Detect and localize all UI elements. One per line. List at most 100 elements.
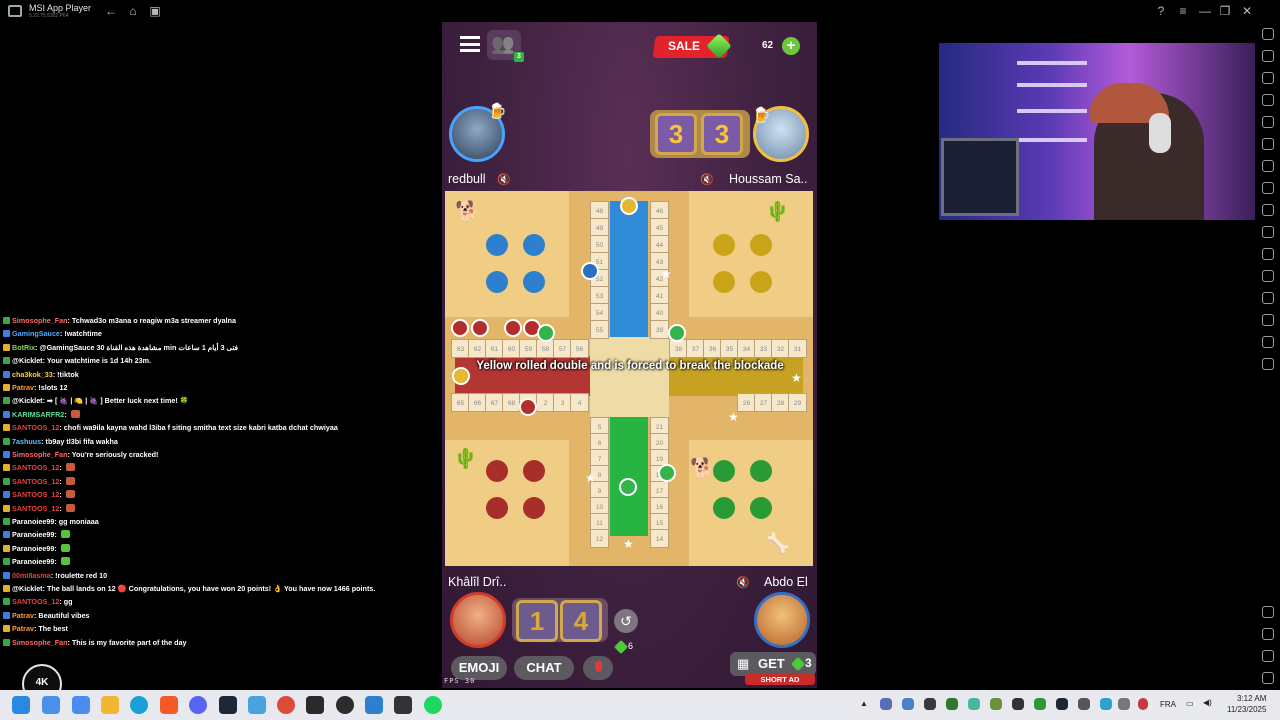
yellow-token[interactable] — [620, 197, 638, 215]
chat-username[interactable]: @Kicklet — [12, 356, 43, 365]
blue-token[interactable] — [581, 262, 599, 280]
photos-icon[interactable] — [365, 696, 383, 714]
search-icon[interactable] — [42, 696, 60, 714]
file-explorer-icon[interactable] — [101, 696, 119, 714]
undo-button[interactable]: ↺ — [614, 609, 638, 633]
chat-username[interactable]: Paranoiee99 — [12, 530, 54, 539]
gamepad-icon[interactable] — [1262, 160, 1274, 172]
tray-app-icon[interactable] — [902, 698, 914, 710]
back-arrow-icon[interactable] — [1262, 628, 1274, 640]
home-button-icon[interactable] — [1262, 650, 1274, 662]
chat-username[interactable]: Paranoiee99 — [12, 544, 54, 553]
chat-username[interactable]: SANTOOS_12 — [12, 490, 59, 499]
tray-app-icon[interactable] — [1100, 698, 1112, 710]
red-token[interactable] — [471, 319, 489, 337]
settings-icon[interactable] — [1262, 606, 1274, 618]
tabs-icon[interactable]: ▣ — [148, 4, 162, 18]
chat-username[interactable]: Paranoiee99 — [12, 517, 54, 526]
chat-username[interactable]: GamingSauce — [12, 329, 60, 338]
chat-username[interactable]: SANTOOS_12 — [12, 504, 59, 513]
tray-chevron-icon[interactable]: ▲ — [860, 699, 868, 708]
camera-icon[interactable] — [1262, 204, 1274, 216]
microphone-tray-icon[interactable] — [1138, 698, 1148, 710]
chat-username[interactable]: cha3kok_33 — [12, 370, 53, 379]
restore-icon[interactable]: ❐ — [1218, 4, 1232, 18]
record-icon[interactable] — [1262, 116, 1274, 128]
tray-app-icon[interactable] — [1012, 698, 1024, 710]
apk-icon[interactable] — [1262, 182, 1274, 194]
mute-icon[interactable]: 🔇 — [497, 173, 511, 186]
tray-app-icon[interactable] — [990, 698, 1002, 710]
chat-username[interactable]: Patrav — [12, 611, 34, 620]
fullscreen-icon[interactable] — [1262, 28, 1274, 40]
clock-date[interactable]: 11/23/2025 — [1227, 705, 1266, 714]
app-player-icon[interactable] — [394, 696, 412, 714]
red-token[interactable] — [504, 319, 522, 337]
board-cell[interactable]: 14 — [650, 529, 669, 548]
green-token[interactable] — [668, 324, 686, 342]
clock-time[interactable]: 3:12 AM — [1237, 694, 1266, 703]
hamburger-menu-icon[interactable] — [460, 36, 480, 52]
chat-username[interactable]: KARIMSARFR2 — [12, 410, 64, 419]
red-token[interactable] — [451, 319, 469, 337]
chat-username[interactable]: SANTOOS_12 — [12, 423, 59, 432]
red-token[interactable] — [519, 398, 537, 416]
kick-icon[interactable] — [306, 696, 324, 714]
tray-app-icon[interactable] — [968, 698, 980, 710]
chrome-icon[interactable] — [277, 696, 295, 714]
tray-app-icon[interactable] — [1078, 698, 1090, 710]
home-icon[interactable]: ⌂ — [126, 4, 140, 18]
chat-username[interactable]: SANTOOS_12 — [12, 477, 59, 486]
folder-icon[interactable] — [1262, 248, 1274, 260]
help-icon[interactable]: ? — [1154, 4, 1168, 18]
macro-icon[interactable] — [1262, 226, 1274, 238]
keyboard-icon[interactable] — [1262, 72, 1274, 84]
brave-icon[interactable] — [160, 696, 178, 714]
add-gems-button[interactable]: + — [782, 37, 800, 55]
chat-username[interactable]: BotRix — [12, 343, 35, 352]
edge-icon[interactable] — [130, 696, 148, 714]
discord-icon[interactable] — [189, 696, 207, 714]
chat-username[interactable]: @Kicklet — [12, 396, 43, 405]
store-icon[interactable] — [72, 696, 90, 714]
sync-icon[interactable] — [1262, 138, 1274, 150]
chat-username[interactable]: Simosophe_Fan — [12, 638, 68, 647]
eraser-icon[interactable] — [1262, 292, 1274, 304]
green-token[interactable] — [658, 464, 676, 482]
chat-username[interactable]: Patrav — [12, 624, 34, 633]
chat-username[interactable]: 7ashuus — [12, 437, 41, 446]
board-cell[interactable]: 12 — [590, 529, 609, 548]
chat-username[interactable]: 00mI8asma — [12, 571, 51, 580]
tray-app-icon[interactable] — [924, 698, 936, 710]
tray-app-icon[interactable] — [1056, 698, 1068, 710]
mute-icon[interactable]: 🔇 — [700, 173, 714, 186]
obs-icon[interactable] — [336, 696, 354, 714]
board-cell[interactable]: 4 — [570, 393, 589, 412]
tray-app-icon[interactable] — [1118, 698, 1130, 710]
mute-icon[interactable]: 🔇 — [736, 576, 750, 589]
chat-username[interactable]: SANTOOS_12 — [12, 597, 59, 606]
steam-icon[interactable] — [219, 696, 237, 714]
recent-apps-icon[interactable] — [1262, 672, 1274, 684]
notepad-icon[interactable] — [248, 696, 266, 714]
volume-tray-icon[interactable]: ◀) — [1203, 698, 1212, 707]
player-avatar-bottom-right[interactable] — [754, 592, 810, 648]
spotify-icon[interactable] — [424, 696, 442, 714]
tray-app-icon[interactable] — [1034, 698, 1046, 710]
layers-icon[interactable] — [1262, 336, 1274, 348]
back-icon[interactable]: ← — [104, 4, 118, 18]
tray-app-icon[interactable] — [946, 698, 958, 710]
chat-button[interactable]: CHAT — [514, 656, 574, 680]
refresh-icon[interactable] — [1262, 358, 1274, 370]
screen-icon[interactable] — [1262, 94, 1274, 106]
volume-icon[interactable] — [1262, 50, 1274, 62]
chat-username[interactable]: Simosophe_Fan — [12, 450, 68, 459]
chat-username[interactable]: SANTOOS_12 — [12, 463, 59, 472]
close-icon[interactable]: ✕ — [1240, 4, 1254, 18]
chat-username[interactable]: Simosophe_Fan — [12, 316, 68, 325]
chat-username[interactable]: Patrav — [12, 383, 34, 392]
minimize-icon[interactable]: — — [1198, 4, 1212, 18]
board-cell[interactable]: 39 — [650, 320, 669, 339]
windows-start-icon[interactable] — [12, 696, 30, 714]
microphone-button[interactable] — [583, 656, 613, 680]
